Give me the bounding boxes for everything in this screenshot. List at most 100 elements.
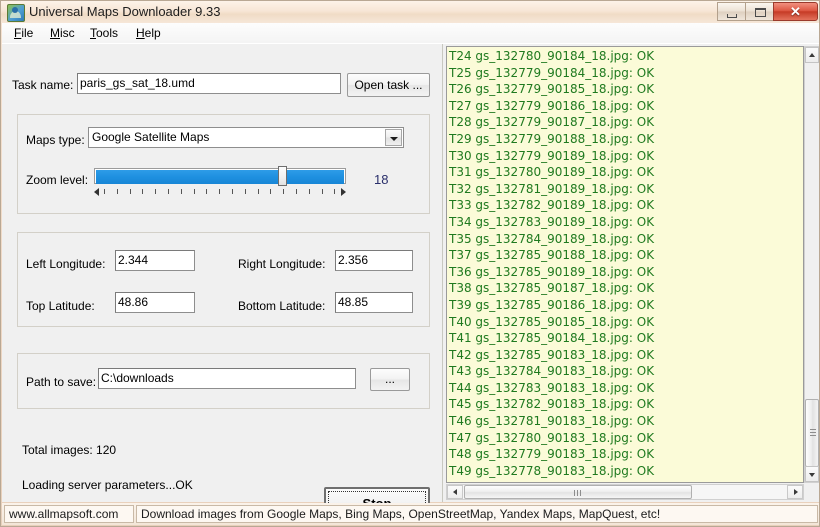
bottom-latitude-label: Bottom Latitude: [238, 299, 326, 313]
scroll-right-arrow-icon[interactable] [787, 485, 803, 499]
task-name-label: Task name: [12, 78, 74, 92]
window-controls: ✕ [717, 2, 818, 21]
log-line: T34 gs_132783_90189_18.jpg: OK [449, 214, 655, 229]
path-to-save-input[interactable]: C:\downloads [98, 368, 356, 389]
download-log-panel[interactable]: T24 gs_132780_90184_18.jpg: OK T25 gs_132… [446, 46, 804, 483]
zoom-level-value: 18 [374, 172, 389, 187]
log-line: T44 gs_132783_90183_18.jpg: OK [449, 380, 655, 395]
menu-item-misc[interactable]: Misc [44, 25, 81, 41]
settings-panel: Task name: paris_gs_sat_18.umd Open task… [2, 44, 443, 519]
open-task-button[interactable]: Open task ... [347, 73, 430, 97]
log-line: T37 gs_132785_90188_18.jpg: OK [449, 248, 655, 263]
log-line: T36 gs_132785_90189_18.jpg: OK [449, 264, 655, 279]
path-to-save-label: Path to save: [26, 375, 97, 389]
slider-tick [283, 189, 285, 194]
slider-tick [308, 189, 310, 194]
log-line: T29 gs_132779_90188_18.jpg: OK [449, 131, 655, 146]
slider-fill-right [287, 170, 344, 184]
log-line: T26 gs_132779_90185_18.jpg: OK [449, 82, 655, 97]
log-line: T31 gs_132780_90189_18.jpg: OK [449, 165, 655, 180]
log-line: T35 gs_132784_90189_18.jpg: OK [449, 231, 655, 246]
status-website[interactable]: www.allmapsoft.com [4, 505, 134, 523]
slider-tick [219, 189, 221, 194]
scroll-left-arrow-icon[interactable] [447, 485, 463, 499]
zoom-level-label: Zoom level: [26, 173, 89, 187]
log-line: T28 gs_132779_90187_18.jpg: OK [449, 115, 655, 130]
log-line: T27 gs_132779_90186_18.jpg: OK [449, 98, 655, 113]
tick-arrow-right-icon [341, 188, 346, 196]
log-horizontal-scrollbar[interactable] [446, 484, 804, 500]
log-line: T47 gs_132780_90183_18.jpg: OK [449, 430, 655, 445]
scroll-down-arrow-icon[interactable] [805, 466, 819, 482]
globe-map-icon [7, 4, 25, 22]
log-line: T25 gs_132779_90184_18.jpg: OK [449, 65, 655, 80]
menu-bar: File Misc Tools Help [2, 23, 819, 44]
log-line: T49 gs_132778_90183_18.jpg: OK [449, 463, 655, 478]
status-description: Download images from Google Maps, Bing M… [136, 505, 818, 523]
browse-path-button[interactable]: ... [370, 368, 410, 391]
chevron-down-icon[interactable] [385, 129, 402, 146]
bottom-latitude-input[interactable]: 48.85 [335, 292, 413, 313]
status-message: Loading server parameters...OK [22, 478, 193, 492]
log-line: T40 gs_132785_90185_18.jpg: OK [449, 314, 655, 329]
window-title: Universal Maps Downloader 9.33 [29, 4, 221, 19]
horizontal-scroll-thumb[interactable] [464, 485, 692, 499]
vertical-scroll-thumb[interactable] [805, 399, 819, 467]
slider-tick [296, 189, 297, 194]
top-latitude-label: Top Latitude: [26, 299, 95, 313]
task-name-input[interactable]: paris_gs_sat_18.umd [77, 73, 341, 94]
slider-tick [116, 189, 118, 194]
slider-tick [334, 189, 336, 194]
maximize-button[interactable] [745, 2, 774, 21]
slider-tick [104, 189, 105, 194]
minimize-button[interactable] [717, 2, 746, 21]
slider-thumb[interactable] [278, 166, 287, 186]
slider-track[interactable] [94, 168, 346, 184]
slider-tick [232, 189, 233, 194]
log-line: T48 gs_132779_90183_18.jpg: OK [449, 447, 655, 462]
menu-item-file[interactable]: File [8, 25, 39, 41]
close-icon: ✕ [790, 4, 801, 19]
log-line: T33 gs_132782_90189_18.jpg: OK [449, 198, 655, 213]
scroll-grip-icon [574, 490, 582, 496]
log-lines-container: T24 gs_132780_90184_18.jpg: OK T25 gs_132… [449, 48, 801, 479]
maps-type-select[interactable]: Google Satellite Maps [88, 127, 404, 148]
status-bar: www.allmapsoft.com Download images from … [2, 503, 819, 525]
menu-item-help[interactable]: Help [130, 25, 167, 41]
left-longitude-label: Left Longitude: [26, 257, 106, 271]
application-window: Universal Maps Downloader 9.33 ✕ File Mi… [0, 0, 820, 527]
slider-tick [193, 189, 195, 194]
slider-tick [244, 189, 246, 194]
slider-tick [257, 189, 259, 194]
slider-tick [180, 189, 182, 194]
scroll-grip-icon [810, 429, 816, 436]
slider-tick [155, 189, 157, 194]
log-line: T46 gs_132781_90183_18.jpg: OK [449, 414, 655, 429]
log-line: T39 gs_132785_90186_18.jpg: OK [449, 297, 655, 312]
slider-tick [142, 189, 144, 194]
slider-fill-left [96, 170, 279, 184]
log-vertical-scrollbar[interactable] [804, 46, 819, 483]
scroll-up-arrow-icon[interactable] [805, 47, 819, 63]
log-line: T42 gs_132785_90183_18.jpg: OK [449, 347, 655, 362]
log-line: T32 gs_132781_90189_18.jpg: OK [449, 181, 655, 196]
right-longitude-input[interactable]: 2.356 [335, 250, 413, 271]
log-line: T30 gs_132779_90189_18.jpg: OK [449, 148, 655, 163]
menu-item-tools[interactable]: Tools [84, 25, 124, 41]
title-bar: Universal Maps Downloader 9.33 ✕ [1, 1, 819, 23]
log-line: T24 gs_132780_90184_18.jpg: OK [449, 49, 655, 63]
left-longitude-input[interactable]: 2.344 [115, 250, 195, 271]
close-button[interactable]: ✕ [773, 2, 818, 21]
tick-arrow-left-icon [94, 188, 99, 196]
slider-ticks [94, 187, 346, 196]
slider-tick [206, 189, 208, 194]
slider-tick [168, 189, 169, 194]
zoom-level-slider[interactable] [94, 166, 346, 196]
maps-type-label: Maps type: [26, 133, 85, 147]
right-longitude-label: Right Longitude: [238, 257, 326, 271]
slider-tick [270, 189, 272, 194]
top-latitude-input[interactable]: 48.86 [115, 292, 195, 313]
log-line: T41 gs_132785_90184_18.jpg: OK [449, 331, 655, 346]
total-images-label: Total images: 120 [22, 443, 117, 457]
slider-tick [129, 189, 131, 194]
